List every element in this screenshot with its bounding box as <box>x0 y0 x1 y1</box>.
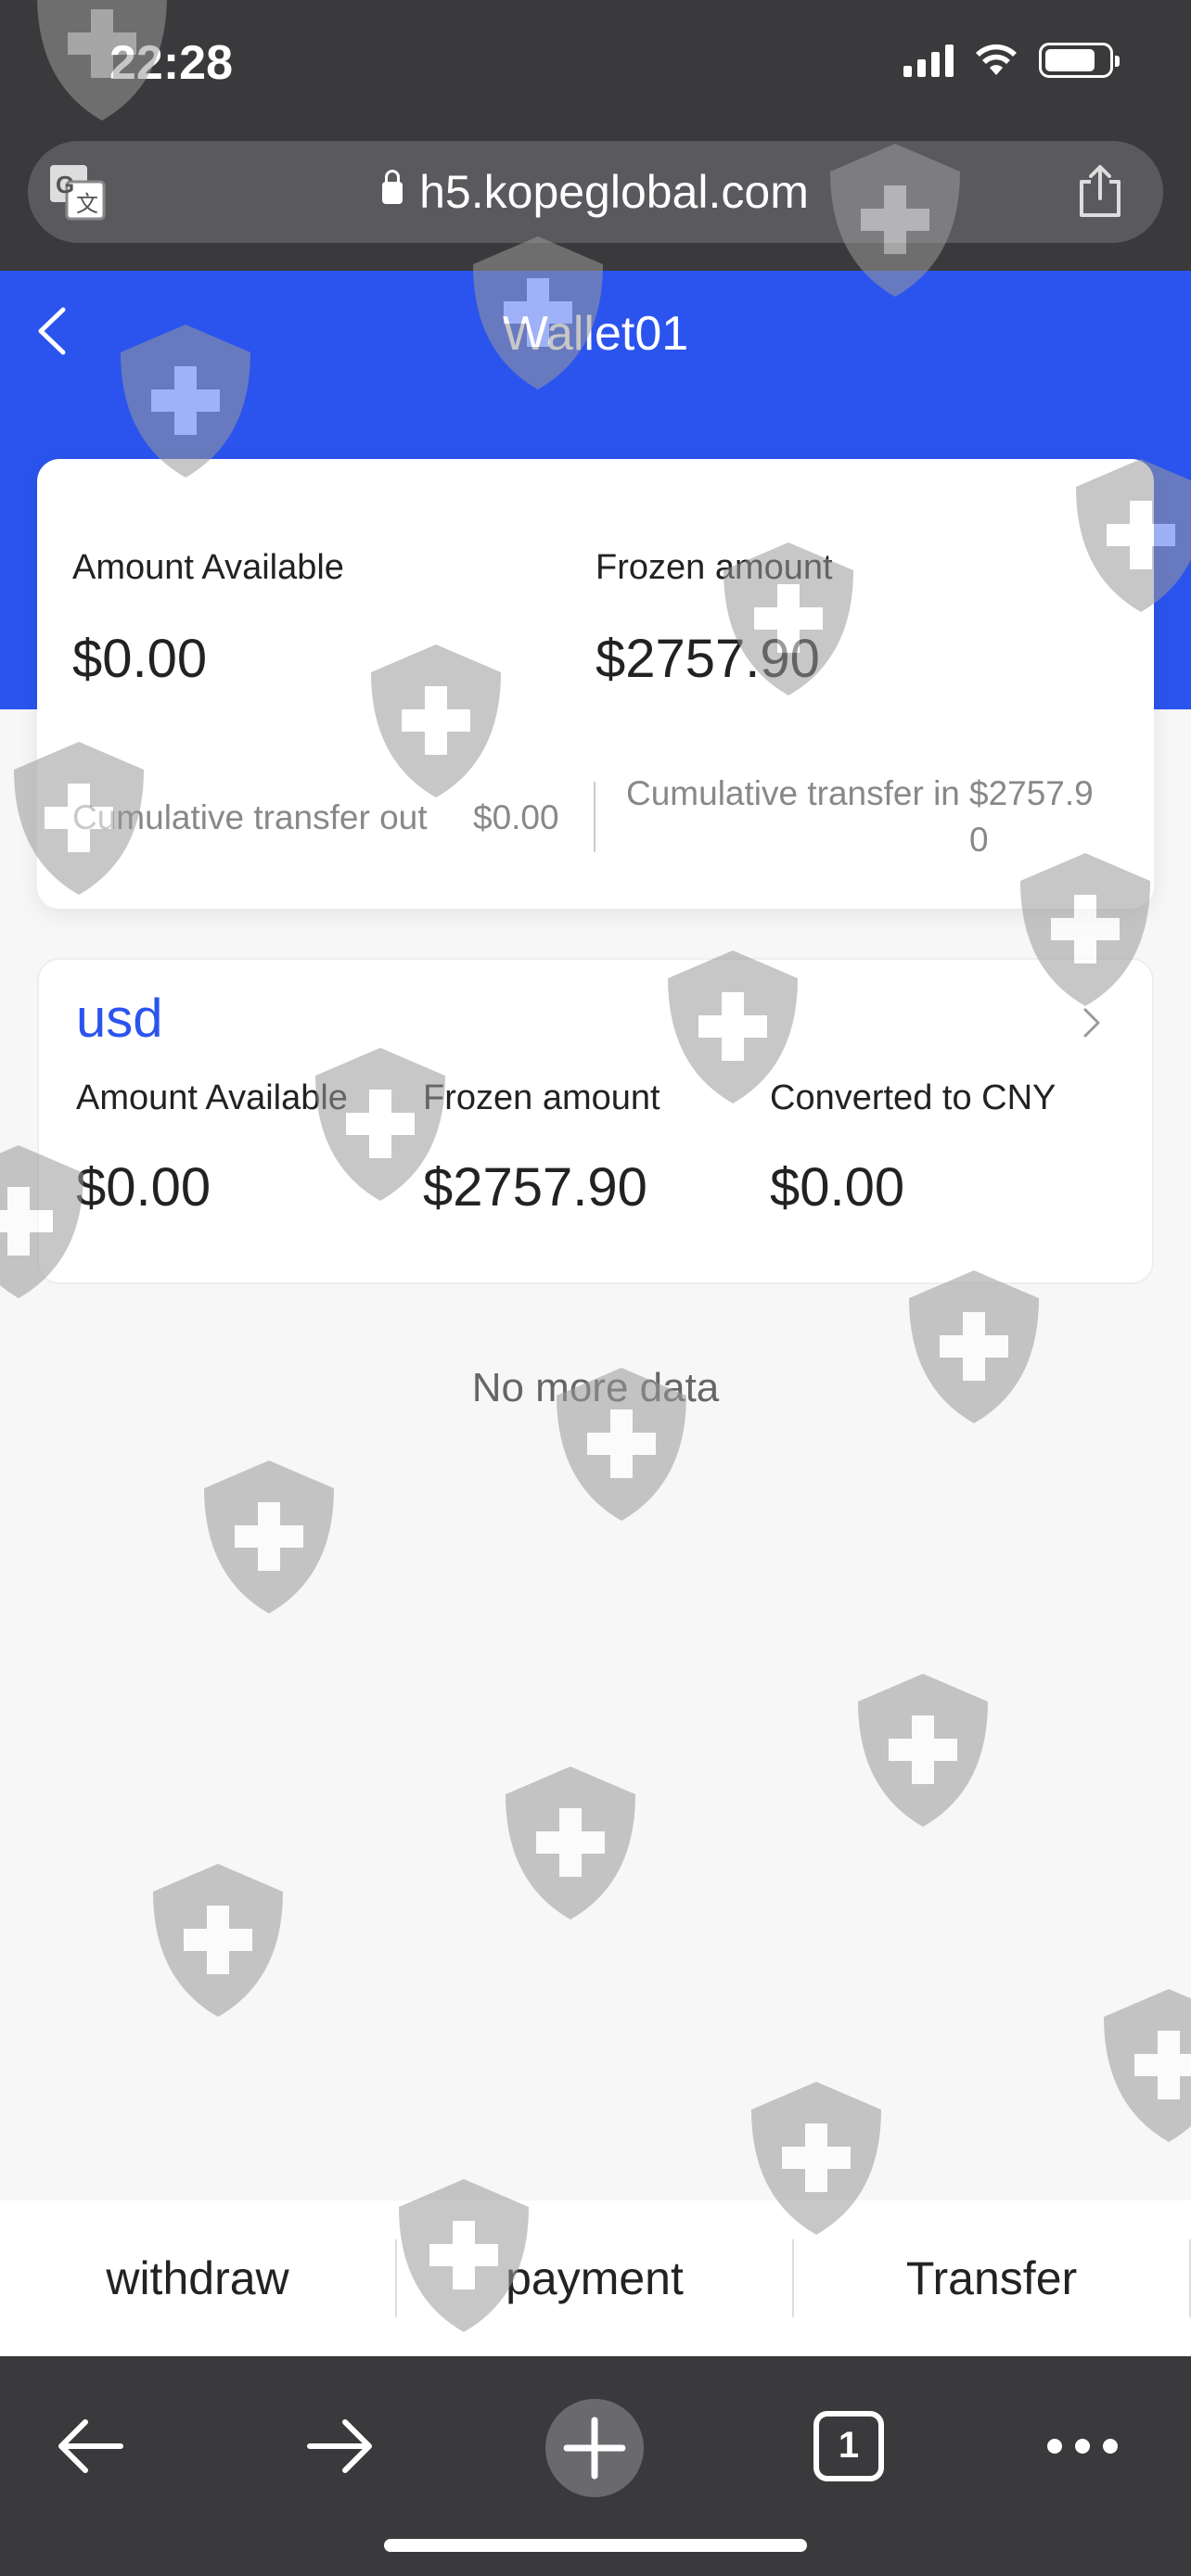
transfer-in-value: $2757.90 <box>969 774 1094 859</box>
page-title: Wallet01 <box>502 307 689 361</box>
currency-available-label: Amount Available <box>76 1078 348 1117</box>
wallet-summary-card: Amount Available $0.00 Frozen amount $27… <box>37 459 1154 909</box>
status-time: 22:28 <box>109 36 233 90</box>
more-menu-icon[interactable] <box>1041 2404 1124 2488</box>
divider <box>594 782 596 852</box>
withdraw-button[interactable]: withdraw <box>0 2239 397 2317</box>
currency-card-usd[interactable]: usd Amount Available $0.00 Frozen amount… <box>37 958 1154 1284</box>
available-label: Amount Available <box>72 548 344 587</box>
currency-name: usd <box>76 988 163 1049</box>
frozen-value: $2757.90 <box>596 629 820 689</box>
shield-watermark-icon <box>153 1864 283 2017</box>
transfer-in-label: Cumulative transfer in <box>626 774 960 812</box>
new-tab-icon[interactable] <box>544 2397 646 2499</box>
frozen-label: Frozen amount <box>596 548 833 587</box>
chevron-right-icon <box>1083 1008 1100 1038</box>
transfer-out-label: Cumulative transfer out <box>72 798 428 836</box>
shield-watermark-icon <box>858 1674 988 1827</box>
url-display[interactable]: h5.kopeglobal.com <box>28 165 1163 219</box>
cellular-signal-icon <box>903 44 954 77</box>
home-indicator <box>384 2539 807 2552</box>
battery-icon <box>1039 43 1120 78</box>
shield-watermark-icon <box>1104 1989 1191 2142</box>
tab-count: 1 <box>838 2425 860 2466</box>
available-value: $0.00 <box>72 629 208 689</box>
currency-frozen-value: $2757.90 <box>423 1157 647 1218</box>
browser-top-bar: 22:28 G 文 h5.kopeglobal.com <box>0 0 1191 271</box>
shield-watermark-icon <box>506 1766 635 1919</box>
status-icons <box>903 43 1120 78</box>
transfer-out-value: $0.00 <box>473 798 559 836</box>
currency-cny-value: $0.00 <box>770 1157 905 1218</box>
wifi-icon <box>976 44 1017 75</box>
shield-watermark-icon <box>204 1460 334 1613</box>
lock-icon <box>382 170 403 204</box>
action-bar: withdraw payment Transfer <box>0 2200 1191 2356</box>
currency-cny-label: Converted to CNY <box>770 1078 1057 1117</box>
url-text: h5.kopeglobal.com <box>419 166 809 218</box>
list-end-text: No more data <box>471 1365 720 1410</box>
share-icon[interactable] <box>1074 163 1126 219</box>
browser-back-icon[interactable] <box>48 2404 132 2488</box>
browser-forward-icon[interactable] <box>299 2404 382 2488</box>
address-bar[interactable]: G 文 h5.kopeglobal.com <box>28 141 1163 243</box>
currency-available-value: $0.00 <box>76 1157 211 1218</box>
payment-button[interactable]: payment <box>397 2239 794 2317</box>
transfer-button[interactable]: Transfer <box>794 2239 1191 2317</box>
currency-frozen-label: Frozen amount <box>423 1078 660 1117</box>
